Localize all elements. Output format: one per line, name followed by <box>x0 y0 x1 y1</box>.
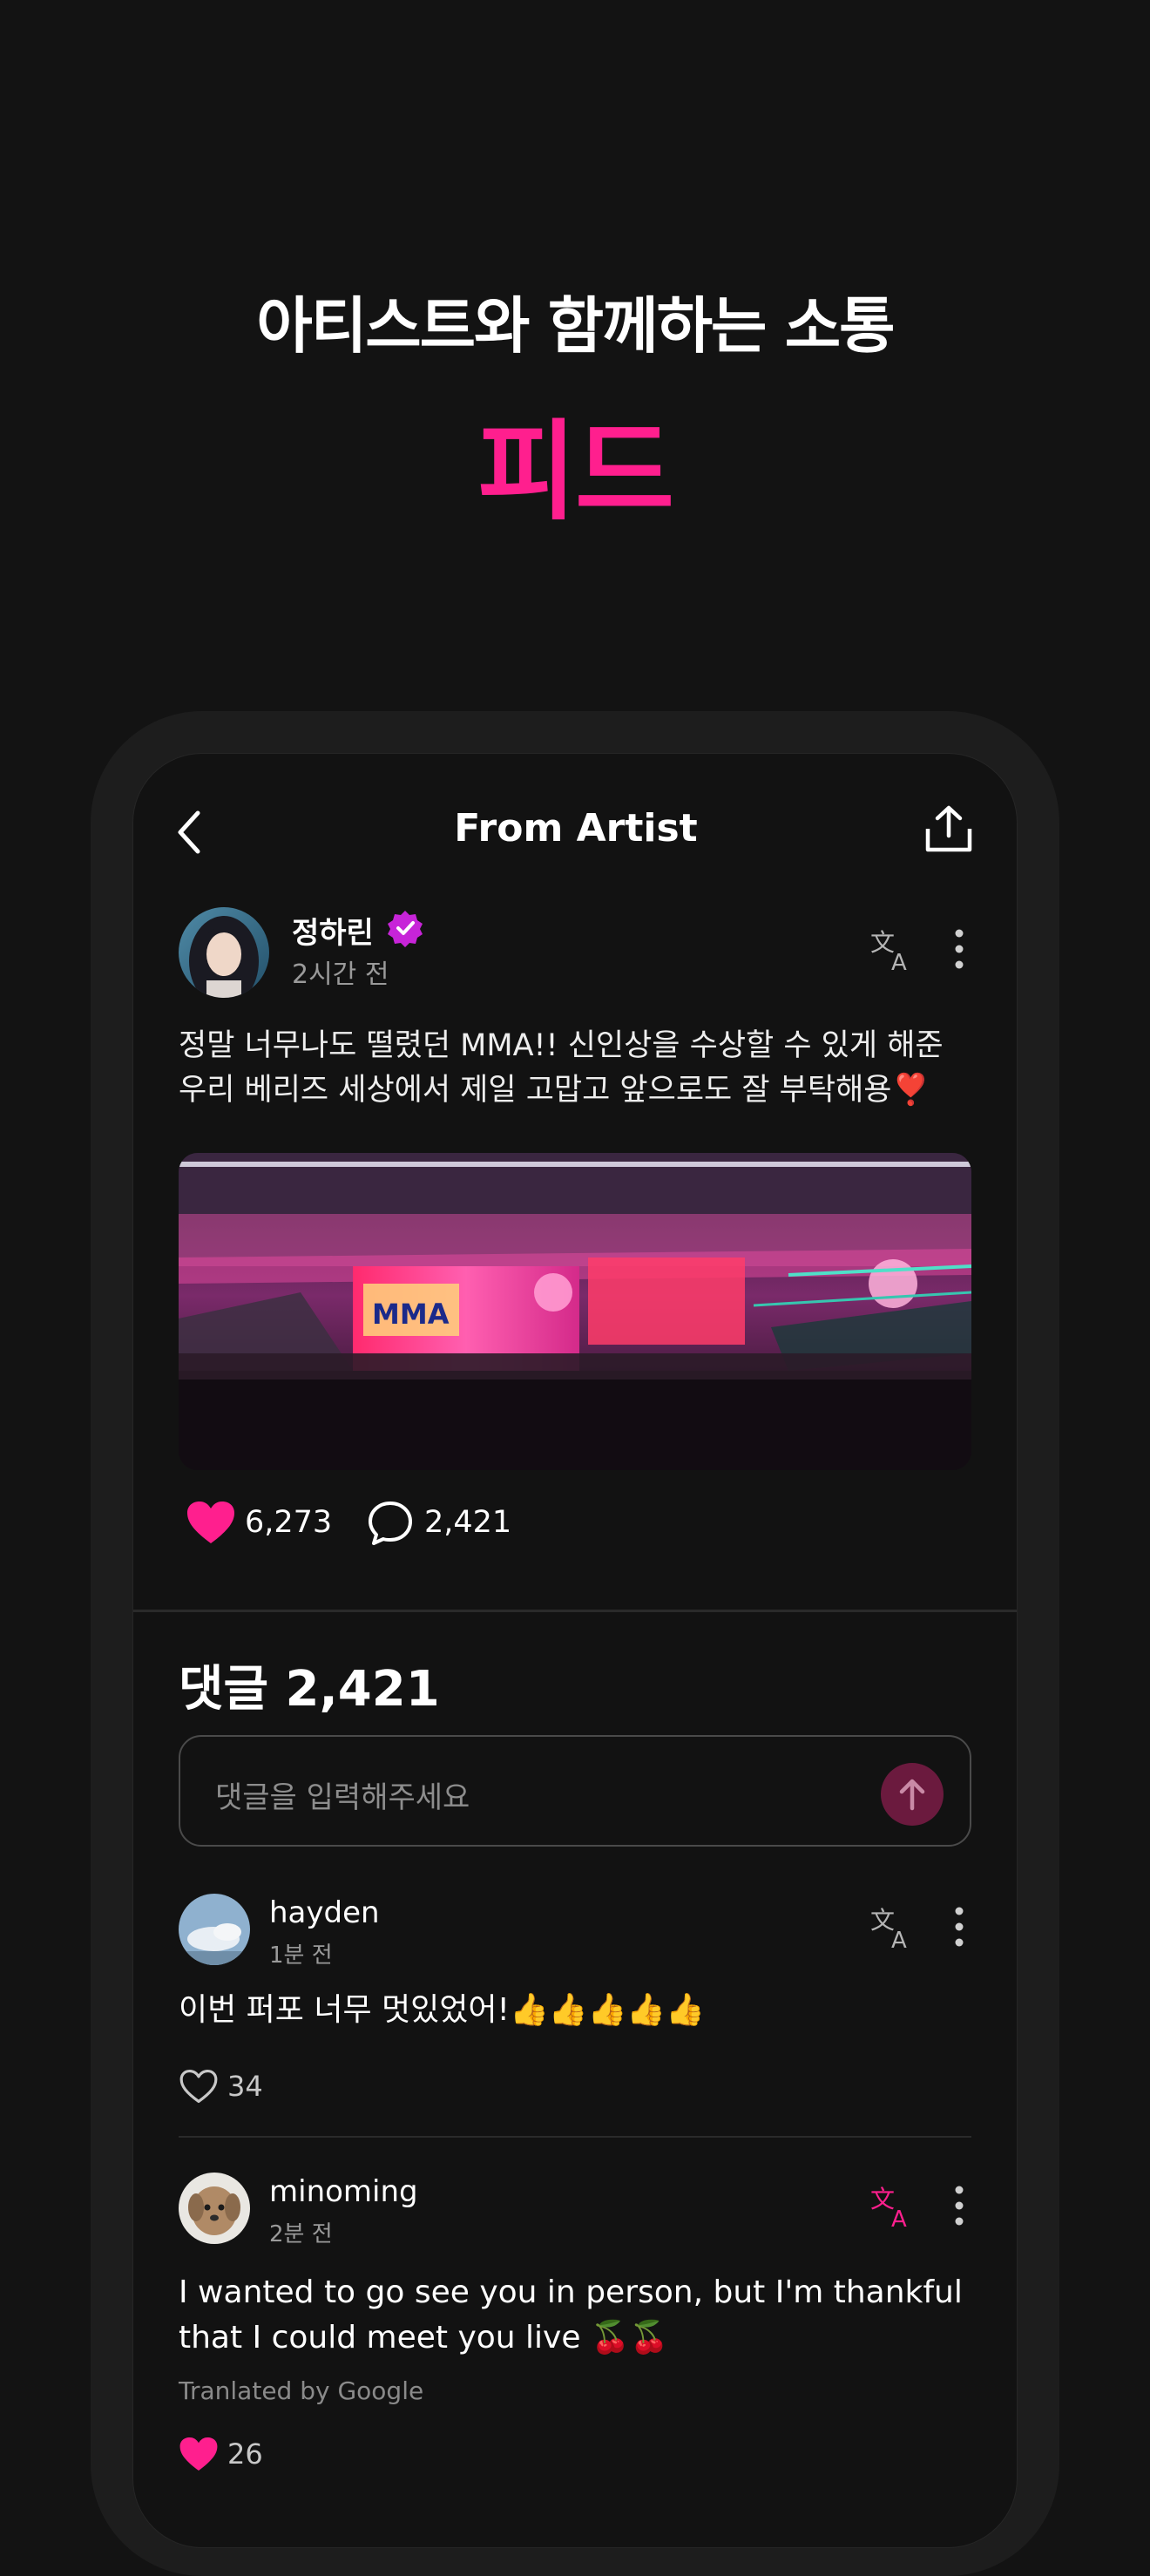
page-title: From Artist <box>454 806 698 851</box>
heart-filled-icon <box>179 2437 218 2471</box>
author-name[interactable]: 정하린 <box>292 909 374 952</box>
verified-badge-icon <box>388 911 423 947</box>
more-vertical-icon <box>955 2186 964 2226</box>
concert-stage-image: MMA <box>179 1153 971 1470</box>
sky-avatar-image <box>179 1894 250 1965</box>
arrow-up-icon <box>899 1779 925 1811</box>
comment-avatar[interactable] <box>179 1894 250 1965</box>
promo-title: 아티스트와 함께하는 소통 <box>256 290 895 362</box>
heart-outline-icon <box>179 2069 218 2104</box>
translate-button[interactable]: 文 A <box>869 925 917 977</box>
comment-text: I wanted to go see you in person, but I'… <box>179 2270 989 2361</box>
dog-avatar-image <box>179 2173 250 2244</box>
comment-input-placeholder: 댓글을 입력해주세요 <box>215 1780 470 1815</box>
post-time: 2시간 전 <box>292 959 389 990</box>
comment-like-count: 26 <box>227 2437 263 2471</box>
like-button[interactable] <box>186 1500 236 1549</box>
heart-filled-icon <box>187 1502 234 1543</box>
svg-text:A: A <box>891 2207 907 2230</box>
stage-sign-text: MMA <box>372 1298 450 1331</box>
like-count: 6,273 <box>245 1505 333 1540</box>
comment-username[interactable]: hayden <box>269 1895 380 1930</box>
comment-time: 1분 전 <box>269 1942 333 1969</box>
comment-more-button[interactable] <box>952 1904 966 1953</box>
comment-button[interactable] <box>367 1500 414 1550</box>
comment-text: 이번 퍼포 너무 멋있었어!👍👍👍👍👍 <box>179 1992 706 2028</box>
post-more-button[interactable] <box>952 926 966 975</box>
comment-count: 2,421 <box>424 1505 512 1540</box>
comment-username[interactable]: minoming <box>269 2174 418 2209</box>
promo-subtitle: 피드 <box>477 410 674 535</box>
comment-like-button[interactable] <box>179 2068 219 2108</box>
share-button[interactable] <box>923 803 975 855</box>
comment-text-line: that I could meet you live 🍒🍒 <box>179 2320 669 2356</box>
comment-translate-button[interactable]: 文 A <box>869 2181 917 2234</box>
share-upload-icon <box>925 805 972 852</box>
phone-screen: From Artist 정하린 2시간 전 文 A 정말 너무나도 떨렸던 MM… <box>132 753 1018 2548</box>
comment-text-line: I wanted to go see you in person, but I'… <box>179 2274 963 2310</box>
avatar-image <box>179 907 269 998</box>
comment-time: 2분 전 <box>269 2221 333 2247</box>
author-avatar[interactable] <box>179 907 269 998</box>
comment-divider <box>179 2136 971 2138</box>
svg-text:A: A <box>891 1928 907 1951</box>
translation-credit: Tranlated by Google <box>179 2376 424 2405</box>
section-divider <box>133 1610 1017 1612</box>
translate-active-icon: 文 A <box>870 2185 907 2233</box>
comment-translate-button[interactable]: 文 A <box>869 1902 917 1955</box>
post-text-line: 정말 너무나도 떨렸던 MMA!! 신인상을 수상할 수 있게 해준 <box>179 1028 944 1063</box>
comment-like-button[interactable] <box>179 2436 219 2476</box>
comment-more-button[interactable] <box>952 2183 966 2232</box>
send-button[interactable] <box>881 1763 944 1826</box>
comment-bubble-icon <box>369 1502 412 1545</box>
translate-icon: 文 A <box>870 1906 907 1954</box>
comment-like-count: 34 <box>227 2070 263 2103</box>
comments-heading: 댓글 2,421 <box>179 1661 440 1718</box>
post-image[interactable]: MMA <box>179 1153 971 1470</box>
post-text: 정말 너무나도 떨렸던 MMA!! 신인상을 수상할 수 있게 해준 우리 베리… <box>179 1024 989 1113</box>
comment-avatar[interactable] <box>179 2173 250 2244</box>
translate-icon: 文 A <box>870 928 907 976</box>
post-text-line: 우리 베리즈 세상에서 제일 고맙고 앞으로도 잘 부탁해용❣️ <box>179 1073 930 1108</box>
svg-text:A: A <box>891 950 907 973</box>
more-vertical-icon <box>955 1907 964 1947</box>
verified-badge <box>386 909 424 951</box>
more-vertical-icon <box>955 929 964 969</box>
comment-input[interactable]: 댓글을 입력해주세요 <box>179 1735 971 1847</box>
